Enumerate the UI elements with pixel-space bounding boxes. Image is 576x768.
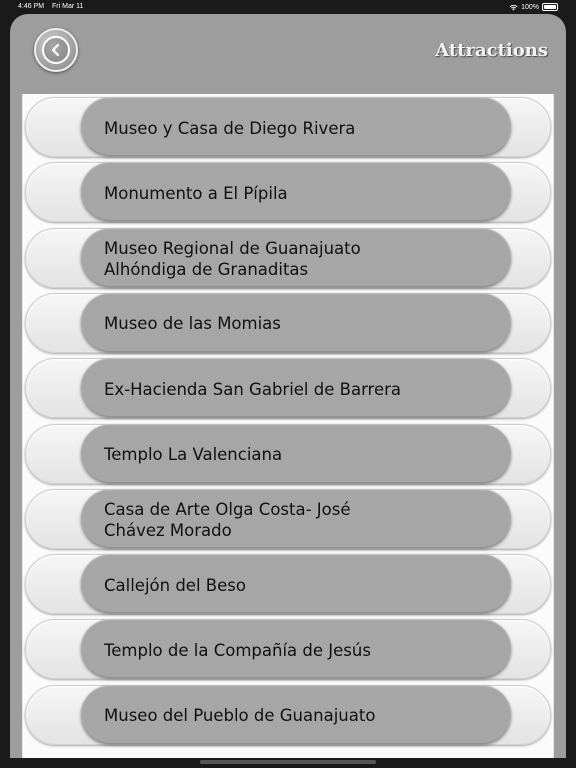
back-button-ring <box>42 36 70 64</box>
attraction-label: Museo y Casa de Diego Rivera <box>104 118 356 138</box>
list-item[interactable]: Templo de la Compañía de Jesús <box>23 617 553 681</box>
attraction-label: Ex-Hacienda San Gabriel de Barrera <box>104 379 402 399</box>
attraction-button[interactable]: Museo y Casa de Diego Rivera <box>81 97 511 155</box>
list-item[interactable]: Monumento a El Pípila <box>23 160 553 224</box>
list-item[interactable]: Museo Regional de Guanajuato Alhóndiga d… <box>23 226 553 290</box>
attraction-label: Museo del Pueblo de Guanajuato <box>104 706 376 726</box>
attraction-label: Museo de las Momias <box>104 314 281 334</box>
list-item[interactable]: Museo y Casa de Diego Rivera <box>23 95 553 159</box>
list-item[interactable]: Casa de Arte Olga Costa- José Chávez Mor… <box>23 487 553 551</box>
attraction-label: Templo de la Compañía de Jesús <box>104 640 371 660</box>
attraction-label: Monumento a El Pípila <box>104 183 288 203</box>
list-item[interactable]: Museo de las Momias <box>23 291 553 355</box>
attraction-label: Casa de Arte Olga Costa- José Chávez Mor… <box>104 499 351 540</box>
battery-percent: 100% <box>521 3 539 11</box>
battery-icon <box>542 3 558 11</box>
attraction-button[interactable]: Museo del Pueblo de Guanajuato <box>81 684 511 743</box>
attractions-list: Museo y Casa de Diego Rivera Monumento a … <box>22 94 554 758</box>
main-panel: Attractions Museo y Casa de Diego Rivera… <box>10 14 566 758</box>
attraction-button[interactable]: Templo La Valenciana <box>81 423 511 482</box>
status-bar: 4:46 PM Fri Mar 11 100% <box>0 0 576 14</box>
attraction-label: Callejón del Beso <box>104 575 246 595</box>
back-button[interactable] <box>34 28 78 72</box>
attraction-button[interactable]: Callejón del Beso <box>81 554 511 613</box>
attraction-label: Templo La Valenciana <box>104 445 283 464</box>
list-item[interactable]: Callejón del Beso <box>23 552 553 616</box>
chevron-left-icon <box>51 43 60 57</box>
home-indicator <box>200 760 376 764</box>
wifi-icon <box>509 4 518 10</box>
page-title: Attractions <box>435 40 548 61</box>
status-time: 4:46 PM <box>18 3 45 10</box>
attraction-button[interactable]: Casa de Arte Olga Costa- José Chávez Mor… <box>81 488 511 547</box>
attraction-button[interactable]: Templo de la Compañía de Jesús <box>81 619 511 678</box>
attraction-label: Museo Regional de Guanajuato Alhóndiga d… <box>104 238 361 279</box>
list-item[interactable]: Templo La Valenciana <box>23 422 553 486</box>
status-date: Fri Mar 11 <box>52 3 84 10</box>
attraction-button[interactable]: Ex-Hacienda San Gabriel de Barrera <box>81 358 511 417</box>
attraction-button[interactable]: Monumento a El Pípila <box>81 162 511 221</box>
attraction-button[interactable]: Museo de las Momias <box>81 292 511 351</box>
list-item[interactable]: Museo del Pueblo de Guanajuato <box>23 683 553 747</box>
list-item[interactable]: Ex-Hacienda San Gabriel de Barrera <box>23 356 553 420</box>
status-right: 100% <box>509 3 558 11</box>
attraction-button[interactable]: Museo Regional de Guanajuato Alhóndiga d… <box>81 227 511 286</box>
